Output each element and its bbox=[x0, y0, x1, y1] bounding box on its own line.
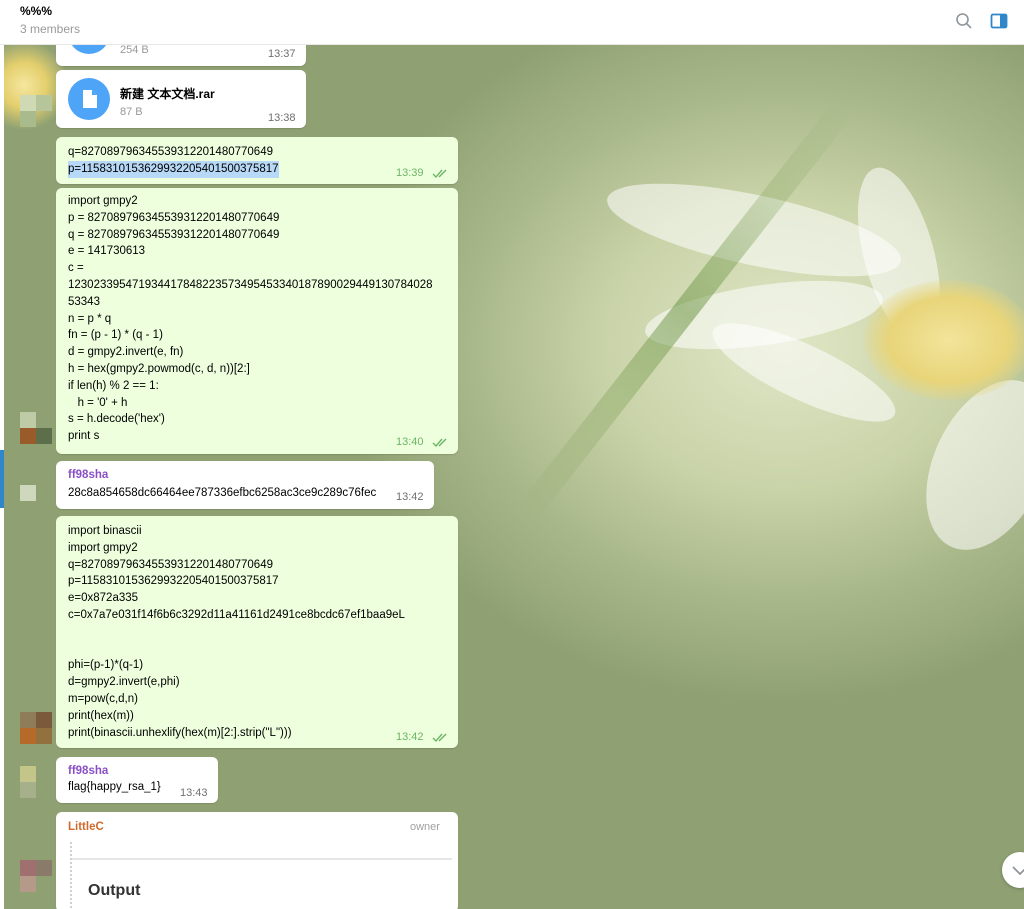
message-line: q=82708979634553931220148077064​9 bbox=[68, 146, 273, 158]
chat-title[interactable]: %%% bbox=[20, 4, 52, 18]
document-icon bbox=[83, 90, 97, 108]
file-name[interactable]: 新建 文本文档.rar bbox=[120, 85, 215, 102]
read-checks-icon bbox=[432, 169, 447, 179]
avatar[interactable] bbox=[20, 728, 36, 744]
avatar[interactable] bbox=[20, 712, 36, 728]
owner-badge: owner bbox=[410, 821, 440, 833]
avatar[interactable] bbox=[20, 95, 36, 111]
scroll-down-button[interactable] bbox=[1002, 852, 1024, 888]
avatar[interactable] bbox=[20, 766, 36, 782]
sidebar-panel-icon[interactable] bbox=[990, 12, 1008, 30]
avatar[interactable] bbox=[20, 111, 36, 127]
avatar[interactable] bbox=[20, 485, 36, 501]
outgoing-message[interactable]: import gmpy2 p = 82708979634553931220148… bbox=[56, 188, 458, 454]
outgoing-message[interactable]: q=82708979634553931220148077064​9 p=1158… bbox=[56, 137, 458, 184]
avatar[interactable] bbox=[36, 95, 52, 111]
incoming-message[interactable]: ff98sha 28c8a854658dc66464ee787336efbc62… bbox=[56, 461, 434, 509]
incoming-message[interactable]: LittleC owner Output bbox=[56, 812, 458, 909]
embed-divider bbox=[72, 858, 452, 860]
message-time: 13:42 bbox=[396, 491, 424, 503]
message-time: 13:39 bbox=[396, 167, 424, 179]
avatar[interactable] bbox=[36, 728, 52, 744]
avatar[interactable] bbox=[20, 860, 36, 876]
message-time: 13:38 bbox=[268, 112, 296, 124]
message-time: 13:37 bbox=[268, 48, 296, 60]
message-line-selected: p=115831015362993220540150037581​7 bbox=[68, 161, 279, 178]
message-text: flag{happy_rsa_1} bbox=[68, 781, 161, 793]
read-checks-icon bbox=[432, 438, 447, 448]
message-time: 13:42 bbox=[396, 731, 424, 743]
file-icon[interactable] bbox=[68, 78, 110, 120]
message-time: 13:40 bbox=[396, 436, 424, 448]
avatar[interactable] bbox=[36, 860, 52, 876]
sender-name[interactable]: ff98sha bbox=[68, 469, 108, 481]
member-count[interactable]: 3 members bbox=[20, 22, 80, 36]
file-size: 254 B bbox=[120, 44, 149, 56]
search-icon[interactable] bbox=[955, 12, 973, 30]
message-text: import binascii import gmpy2 q=827089796… bbox=[68, 525, 405, 739]
avatar[interactable] bbox=[20, 876, 36, 892]
incoming-message[interactable]: ff98sha flag{happy_rsa_1} 13:43 bbox=[56, 757, 218, 803]
file-message[interactable]: 新建 文本文档.rar 87 B 13:38 bbox=[56, 70, 306, 128]
chat-header: %%% 3 members bbox=[0, 0, 1024, 45]
chevron-down-icon bbox=[1012, 866, 1024, 876]
sender-name[interactable]: ff98sha bbox=[68, 765, 108, 777]
message-text: import gmpy2 p = 82708979634553931220148… bbox=[68, 195, 433, 443]
wallpaper-flower-center bbox=[864, 280, 1024, 400]
embed-title: Output bbox=[88, 882, 141, 899]
message-text: 28c8a854658dc66464ee787336efbc6258ac3ce9… bbox=[68, 487, 377, 499]
file-size: 87 B bbox=[120, 106, 143, 118]
sender-name[interactable]: LittleC bbox=[68, 821, 104, 833]
avatar[interactable] bbox=[36, 712, 52, 728]
embed-preview[interactable]: Output bbox=[70, 842, 452, 909]
message-time: 13:43 bbox=[180, 787, 208, 799]
avatar[interactable] bbox=[20, 412, 36, 428]
active-indicator bbox=[0, 450, 4, 508]
avatar[interactable] bbox=[20, 428, 36, 444]
outgoing-message[interactable]: import binascii import gmpy2 q=827089796… bbox=[56, 516, 458, 748]
avatar[interactable] bbox=[36, 428, 52, 444]
avatar[interactable] bbox=[20, 782, 36, 798]
read-checks-icon bbox=[432, 733, 447, 743]
